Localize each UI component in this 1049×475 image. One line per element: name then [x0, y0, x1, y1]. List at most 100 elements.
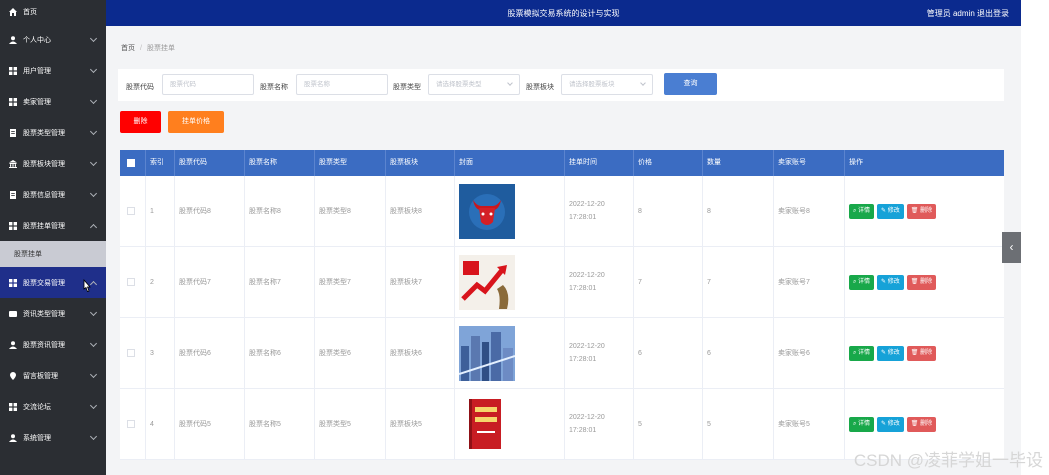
name-input[interactable]: 股票名称 [296, 74, 388, 95]
breadcrumb: 首页 / 股票挂单 [121, 43, 175, 53]
delete-button[interactable]: 🗑 删除 [906, 274, 937, 290]
block-select[interactable]: 请选择股票板块 [561, 74, 653, 95]
select-all-checkbox[interactable] [127, 159, 135, 167]
detail-label: 详情 [858, 278, 871, 285]
row-select[interactable] [120, 176, 146, 246]
delete-button[interactable]: 🗑 删除 [906, 203, 937, 219]
row-checkbox[interactable] [127, 420, 135, 428]
sidebar-item-stock-blocks[interactable]: 股票板块管理 [0, 148, 106, 179]
detail-button[interactable]: ⌕ 详情 [849, 274, 875, 290]
header-price: 价格 [634, 150, 703, 176]
sidebar-item-message-board[interactable]: 留言板管理 [0, 360, 106, 391]
pin-icon [9, 371, 17, 380]
header-seller: 卖家账号 [774, 150, 845, 176]
user-logout[interactable]: 管理员 admin 退出登录 [927, 8, 1009, 19]
sidebar-item-label: 股票交易管理 [23, 279, 65, 287]
sidebar-item-stock-trades[interactable]: 股票交易管理 [0, 267, 106, 298]
home-icon [9, 8, 17, 16]
table-row: 2 股票代码7 股票名称7 股票类型7 股票板块7 2022-12-20 17:… [120, 247, 1004, 318]
sidebar-item-label: 首页 [23, 9, 37, 16]
cell-index: 1 [146, 176, 175, 246]
edit-label: 修改 [887, 278, 900, 285]
delete-button[interactable]: 🗑 删除 [906, 345, 937, 361]
delete-button[interactable]: 🗑 删除 [906, 416, 937, 432]
header-code: 股票代码 [175, 150, 245, 176]
cell-seller: 卖家账号5 [774, 389, 845, 459]
breadcrumb-separator: / [140, 45, 142, 52]
cell-cover [455, 389, 565, 459]
cell-block: 股票板块7 [386, 247, 455, 317]
row-select[interactable] [120, 318, 146, 388]
header-ops: 操作 [849, 159, 863, 166]
chevron-down-icon [89, 432, 98, 441]
collapse-panel-button[interactable]: ‹ [1002, 232, 1021, 263]
detail-button[interactable]: ⌕ 详情 [849, 203, 875, 219]
edit-button[interactable]: ✎ 修改 [877, 203, 904, 219]
sidebar-item-home[interactable]: 首页 [0, 0, 106, 24]
sidebar-item-label: 股票资讯管理 [23, 341, 65, 349]
chevron-down-icon [89, 65, 98, 74]
query-button[interactable]: 查询 [664, 73, 717, 95]
user-icon [9, 433, 17, 442]
cell-price: 8 [634, 176, 703, 246]
sidebar-item-stock-info[interactable]: 股票信息管理 [0, 179, 106, 210]
block-select-placeholder: 请选择股票板块 [569, 81, 615, 88]
cell-index: 2 [146, 247, 175, 317]
detail-button[interactable]: ⌕ 详情 [849, 345, 875, 361]
edit-button[interactable]: ✎ 修改 [877, 345, 904, 361]
grid-icon [9, 66, 17, 75]
sidebar-item-stock-news[interactable]: 股票资讯管理 [0, 329, 106, 360]
detail-button[interactable]: ⌕ 详情 [849, 416, 875, 432]
sidebar-subitem-stock-order[interactable]: 股票挂单 [0, 241, 106, 267]
header-select-all[interactable] [120, 150, 146, 176]
sidebar-item-forum[interactable]: 交流论坛 [0, 391, 106, 422]
cell-name: 股票名称6 [245, 318, 315, 388]
cell-seller: 卖家账号7 [774, 247, 845, 317]
cover-image-bull[interactable] [459, 183, 515, 239]
row-checkbox[interactable] [127, 278, 135, 286]
cell-code: 股票代码6 [175, 318, 245, 388]
cover-image-book[interactable] [459, 396, 515, 452]
sidebar-item-stock-orders[interactable]: 股票挂单管理 [0, 210, 106, 241]
top-bar: 股票模拟交易系统的设计与实现 管理员 admin 退出登录 [106, 0, 1021, 26]
code-input[interactable]: 股票代码 [162, 74, 254, 95]
cover-image-city[interactable] [459, 325, 515, 381]
cell-block: 股票板块6 [386, 318, 455, 388]
chevron-down-icon [89, 34, 98, 43]
cell-block: 股票板块5 [386, 389, 455, 459]
cell-price: 7 [634, 247, 703, 317]
chevron-down-icon [89, 370, 98, 379]
cover-image-arrow[interactable] [459, 254, 515, 310]
order-price-button[interactable]: 挂单价格 [168, 111, 224, 133]
sidebar-item-system[interactable]: 系统管理 [0, 422, 106, 453]
doc-icon [9, 190, 17, 199]
sidebar-item-stock-types[interactable]: 股票类型管理 [0, 117, 106, 148]
sidebar-item-profile[interactable]: 个人中心 [0, 24, 106, 55]
cell-qty: 5 [703, 389, 774, 459]
sidebar-item-label: 股票类型管理 [23, 129, 65, 137]
type-select[interactable]: 请选择股票类型 [428, 74, 520, 95]
name-label: 股票名称 [260, 84, 288, 91]
cell-time: 2022-12-20 17:28:01 [565, 176, 634, 246]
cell-code: 股票代码5 [175, 389, 245, 459]
header-index: 索引 [146, 150, 175, 176]
bank-icon [9, 159, 17, 168]
cell-name: 股票名称8 [245, 176, 315, 246]
delete-label: 删除 [920, 207, 933, 214]
breadcrumb-home[interactable]: 首页 [121, 45, 135, 52]
chevron-down-icon [89, 339, 98, 348]
cell-cover [455, 318, 565, 388]
sidebar-item-news-types[interactable]: 资讯类型管理 [0, 298, 106, 329]
mouse-pointer-icon [83, 279, 91, 293]
chevron-down-icon [640, 80, 646, 86]
edit-button[interactable]: ✎ 修改 [877, 274, 904, 290]
edit-button[interactable]: ✎ 修改 [877, 416, 904, 432]
row-select[interactable] [120, 389, 146, 459]
row-checkbox[interactable] [127, 207, 135, 215]
batch-delete-button[interactable]: 删除 [120, 111, 161, 133]
row-select[interactable] [120, 247, 146, 317]
row-checkbox[interactable] [127, 349, 135, 357]
sidebar-item-users[interactable]: 用户管理 [0, 55, 106, 86]
sidebar-item-label: 系统管理 [23, 434, 51, 442]
sidebar-item-sellers[interactable]: 卖家管理 [0, 86, 106, 117]
